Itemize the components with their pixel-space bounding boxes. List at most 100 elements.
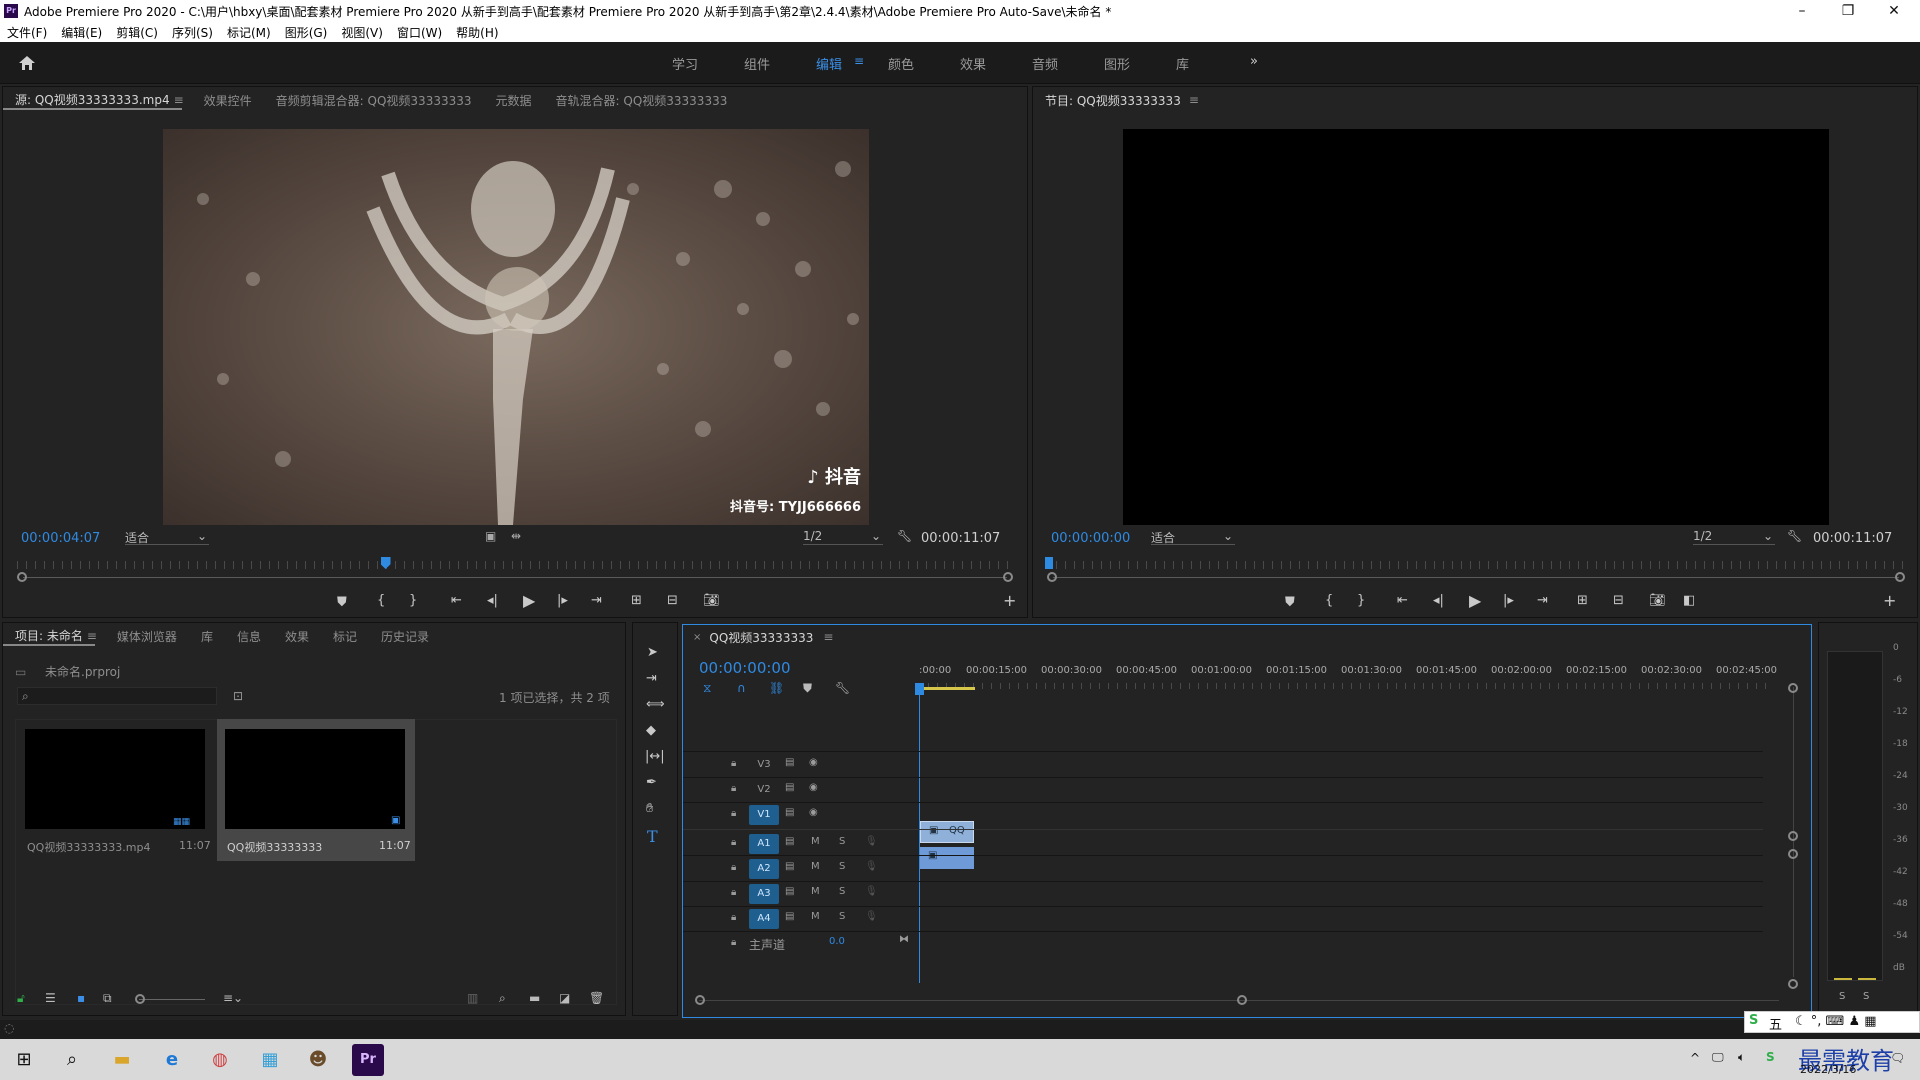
close-tab-icon[interactable]: ×: [683, 632, 705, 643]
sync-lock-icon[interactable]: ▤: [785, 911, 794, 922]
panel-menu-icon[interactable]: ≡: [823, 630, 833, 644]
notification-icon[interactable]: 🗨︎: [1890, 1051, 1905, 1065]
workspace-libraries[interactable]: 库: [1176, 54, 1189, 73]
network-icon[interactable]: 🖵︎: [1712, 1050, 1724, 1065]
tray-chevron-icon[interactable]: ^: [1690, 1051, 1700, 1065]
more-workspaces-icon[interactable]: »: [1250, 54, 1258, 69]
solo-button[interactable]: S: [839, 861, 845, 872]
program-zoom-bar[interactable]: [1053, 577, 1899, 578]
source-fit-select[interactable]: 适合 ⌄: [125, 529, 209, 545]
menu-clip[interactable]: 剪辑(C): [109, 24, 165, 41]
go-to-out-icon[interactable]: ⇥: [1537, 593, 1548, 608]
export-frame-icon[interactable]: 📷︎: [703, 593, 720, 608]
drag-video-icon[interactable]: ⇹: [511, 529, 521, 543]
lock-icon[interactable]: 🔒︎: [731, 937, 736, 948]
add-marker-icon[interactable]: ⛊: [803, 681, 812, 696]
track-name[interactable]: A3: [749, 884, 779, 904]
eye-icon[interactable]: ◉: [809, 807, 818, 818]
sort-icon[interactable]: ≡⌄: [223, 991, 243, 1005]
zoom-handle-left[interactable]: [17, 572, 27, 582]
tab-program[interactable]: 节目: QQ视频33333333: [1033, 92, 1193, 109]
panel-menu-icon[interactable]: ≡: [174, 93, 184, 107]
tab-history[interactable]: 历史记录: [369, 628, 441, 645]
mute-button[interactable]: M: [811, 836, 820, 847]
work-area-bar[interactable]: [919, 687, 975, 690]
add-button-icon[interactable]: +: [1883, 591, 1896, 610]
new-bin-icon[interactable]: ▬: [529, 991, 540, 1005]
photos-icon[interactable]: ▦: [254, 1044, 286, 1076]
workspace-menu-icon[interactable]: ≡: [854, 54, 864, 68]
step-back-icon[interactable]: ◂|: [1433, 593, 1444, 608]
home-icon[interactable]: [18, 54, 36, 72]
step-back-icon[interactable]: ◂|: [487, 593, 498, 608]
track-name[interactable]: V1: [749, 805, 779, 825]
menu-window[interactable]: 窗口(W): [390, 24, 449, 41]
project-search-input[interactable]: ⌕: [17, 687, 217, 705]
step-forward-icon[interactable]: |▸: [557, 593, 568, 608]
solo-button[interactable]: S: [839, 886, 845, 897]
menu-view[interactable]: 视图(V): [334, 24, 390, 41]
windows-start-icon[interactable]: ⊞: [8, 1044, 40, 1076]
premiere-taskbar-icon[interactable]: Pr: [352, 1044, 384, 1076]
add-marker-icon[interactable]: ⛊: [337, 595, 347, 610]
nest-icon[interactable]: ⧖: [703, 681, 711, 696]
close-button[interactable]: ✕: [1874, 0, 1914, 22]
lift-icon[interactable]: ⊞: [1577, 593, 1588, 608]
video-clip[interactable]: ▣ QQ: [920, 821, 974, 843]
insert-icon[interactable]: ⊞: [631, 593, 642, 608]
mark-in-icon[interactable]: {: [1325, 593, 1333, 608]
freeform-view-icon[interactable]: ⧉: [103, 991, 112, 1006]
zoom-handle-right[interactable]: [1003, 572, 1013, 582]
lock-icon[interactable]: 🔒︎: [731, 862, 736, 873]
file-explorer-icon[interactable]: ▬: [106, 1044, 138, 1076]
track-name[interactable]: A1: [749, 834, 779, 854]
thumbnail-size-slider[interactable]: [139, 999, 205, 1000]
project-item-selected[interactable]: ▣ QQ视频33333333 11:07: [217, 719, 415, 861]
mark-out-icon[interactable]: }: [409, 593, 417, 608]
lock-icon[interactable]: 🔓︎: [17, 991, 25, 1006]
lock-icon[interactable]: 🔒︎: [731, 783, 736, 794]
mute-button[interactable]: M: [811, 886, 820, 897]
tab-effect-controls[interactable]: 效果控件: [192, 92, 264, 109]
mark-out-icon[interactable]: }: [1357, 593, 1365, 608]
play-icon[interactable]: ▶: [523, 591, 535, 610]
ripple-edit-tool-icon[interactable]: ⟺: [646, 697, 665, 712]
slip-tool-icon[interactable]: |↔|: [645, 749, 665, 764]
menu-help[interactable]: 帮助(H): [449, 24, 505, 41]
wrench-icon[interactable]: 🔧︎: [897, 529, 912, 543]
step-forward-icon[interactable]: |▸: [1503, 593, 1514, 608]
source-zoom-bar[interactable]: [23, 577, 1007, 578]
tab-audio-clip-mixer[interactable]: 音频剪辑混合器: QQ视频33333333: [264, 92, 484, 109]
solo-button[interactable]: S: [839, 836, 845, 847]
type-tool-icon[interactable]: T: [647, 827, 658, 846]
app-icon[interactable]: ◍: [204, 1044, 236, 1076]
new-search-bin-icon[interactable]: ⊡: [233, 689, 243, 703]
add-marker-icon[interactable]: ⛊: [1285, 595, 1295, 610]
linked-selection-icon[interactable]: ⛓: [769, 681, 784, 695]
go-to-end-icon[interactable]: ⧓: [899, 934, 909, 945]
restore-button[interactable]: ❐: [1828, 0, 1868, 22]
workspace-color[interactable]: 颜色: [888, 54, 914, 73]
eye-icon[interactable]: ◉: [809, 782, 818, 793]
lock-icon[interactable]: 🔒︎: [731, 912, 736, 923]
timeline-ruler[interactable]: :00:00 00:00:15:00 00:00:30:00 00:00:45:…: [919, 653, 1789, 697]
microphone-icon[interactable]: 🎙︎: [865, 861, 878, 872]
source-timecode[interactable]: 00:00:04:07: [21, 531, 100, 546]
program-time-ruler[interactable]: [1047, 561, 1903, 569]
sync-lock-icon[interactable]: ▤: [785, 836, 794, 847]
pen-tool-icon[interactable]: ✒: [646, 775, 657, 790]
program-fit-select[interactable]: 适合 ⌄: [1151, 529, 1235, 545]
tab-markers[interactable]: 标记: [321, 628, 369, 645]
find-icon[interactable]: ⌕: [499, 991, 506, 1006]
tab-media-browser[interactable]: 媒体浏览器: [105, 628, 189, 645]
project-item[interactable]: ▦▦ QQ视频33333333.mp4 11:07: [17, 721, 213, 861]
workspace-assembly[interactable]: 组件: [744, 54, 770, 73]
overwrite-icon[interactable]: ⊟: [667, 593, 678, 608]
menu-file[interactable]: 文件(F): [0, 24, 54, 41]
scroll-handle[interactable]: [695, 995, 705, 1005]
sync-lock-icon[interactable]: ▤: [785, 782, 794, 793]
program-timecode[interactable]: 00:00:00:00: [1051, 531, 1130, 546]
scroll-handle[interactable]: [1788, 683, 1798, 693]
tab-effects[interactable]: 效果: [273, 628, 321, 645]
menu-graphics[interactable]: 图形(G): [278, 24, 335, 41]
